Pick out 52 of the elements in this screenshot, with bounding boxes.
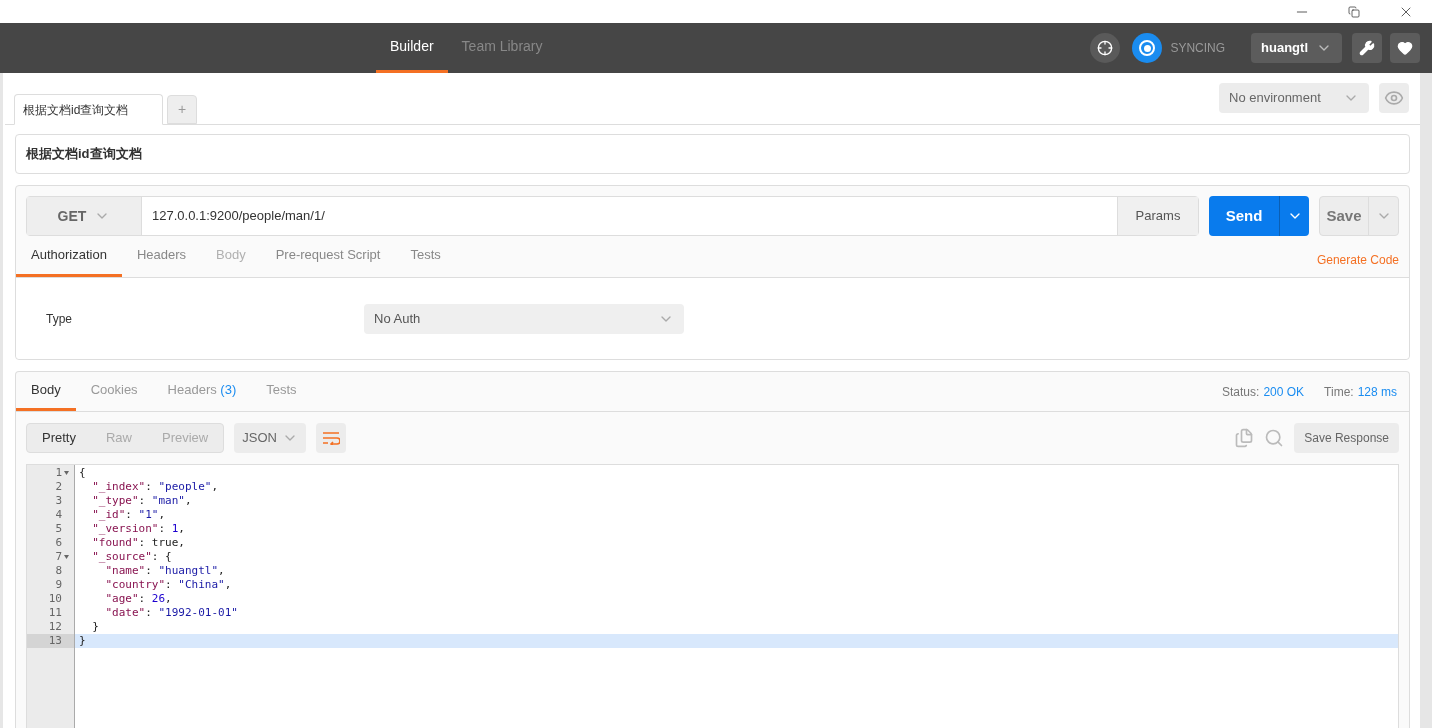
line-number: 11 <box>48 606 62 620</box>
wrap-lines-button[interactable] <box>316 423 347 453</box>
wrench-icon <box>1359 40 1375 56</box>
response-tab[interactable]: Tests <box>251 372 312 411</box>
line-number: 5 <box>55 522 62 536</box>
response-tab[interactable]: Headers (3) <box>152 372 252 411</box>
line-number: 6 <box>55 536 62 550</box>
sync-icon[interactable] <box>1132 33 1163 63</box>
favorite-button[interactable] <box>1390 33 1420 63</box>
line-number: 7 <box>55 550 62 564</box>
line-number: 12 <box>48 620 62 634</box>
line-number: 10 <box>48 592 62 606</box>
new-tab-button[interactable]: + <box>167 95 197 124</box>
request-section-tab[interactable]: Headers <box>121 236 202 277</box>
crosshair-icon <box>1097 40 1114 56</box>
fold-icon[interactable] <box>63 555 69 559</box>
line-number: 4 <box>55 508 62 522</box>
generate-code-link[interactable]: Generate Code <box>1316 251 1399 269</box>
line-number: 13 <box>48 634 62 648</box>
line-number: 3 <box>55 494 62 508</box>
user-dropdown[interactable]: huangtl <box>1251 33 1342 63</box>
line-number: 1 <box>55 466 62 480</box>
wrap-lines-icon <box>322 431 341 445</box>
format-dropdown[interactable]: JSON <box>234 423 307 453</box>
request-tab[interactable]: 根据文档id查询文档 <box>14 94 163 125</box>
fold-icon[interactable] <box>63 471 69 475</box>
interceptor-button[interactable] <box>1090 33 1121 63</box>
response-tab[interactable]: Cookies <box>75 372 153 411</box>
heart-icon <box>1397 40 1413 56</box>
line-number: 2 <box>55 480 62 494</box>
environment-dropdown[interactable]: No environment <box>1219 83 1369 113</box>
request-name-bar: 根据文档id查询文档 <box>15 134 1410 174</box>
request-section-tab[interactable]: Pre-request Script <box>260 236 396 277</box>
line-number: 9 <box>55 578 62 592</box>
sync-status: SYNCING <box>1170 40 1226 57</box>
request-section-tab[interactable]: Tests <box>395 236 456 277</box>
quick-look-button[interactable] <box>1379 83 1409 113</box>
response-tab[interactable]: Body <box>16 372 76 411</box>
settings-button[interactable] <box>1352 33 1382 63</box>
header-tab[interactable]: Team Library <box>447 23 557 73</box>
auth-type-dropdown[interactable]: No Auth <box>364 303 684 334</box>
view-mode-tab[interactable]: Pretty <box>27 424 91 452</box>
line-number: 8 <box>55 564 62 578</box>
time-label: Time: <box>1324 383 1354 401</box>
status-label: Status: <box>1222 383 1260 401</box>
time-value: 128 ms <box>1357 383 1397 401</box>
header-tab[interactable]: Builder <box>376 23 448 73</box>
eye-icon <box>1384 88 1404 108</box>
status-value: 200 OK <box>1263 383 1305 401</box>
auth-type-label: Type <box>46 310 73 328</box>
restore-icon[interactable] <box>1348 5 1360 18</box>
save-response-button[interactable]: Save Response <box>1294 423 1399 453</box>
